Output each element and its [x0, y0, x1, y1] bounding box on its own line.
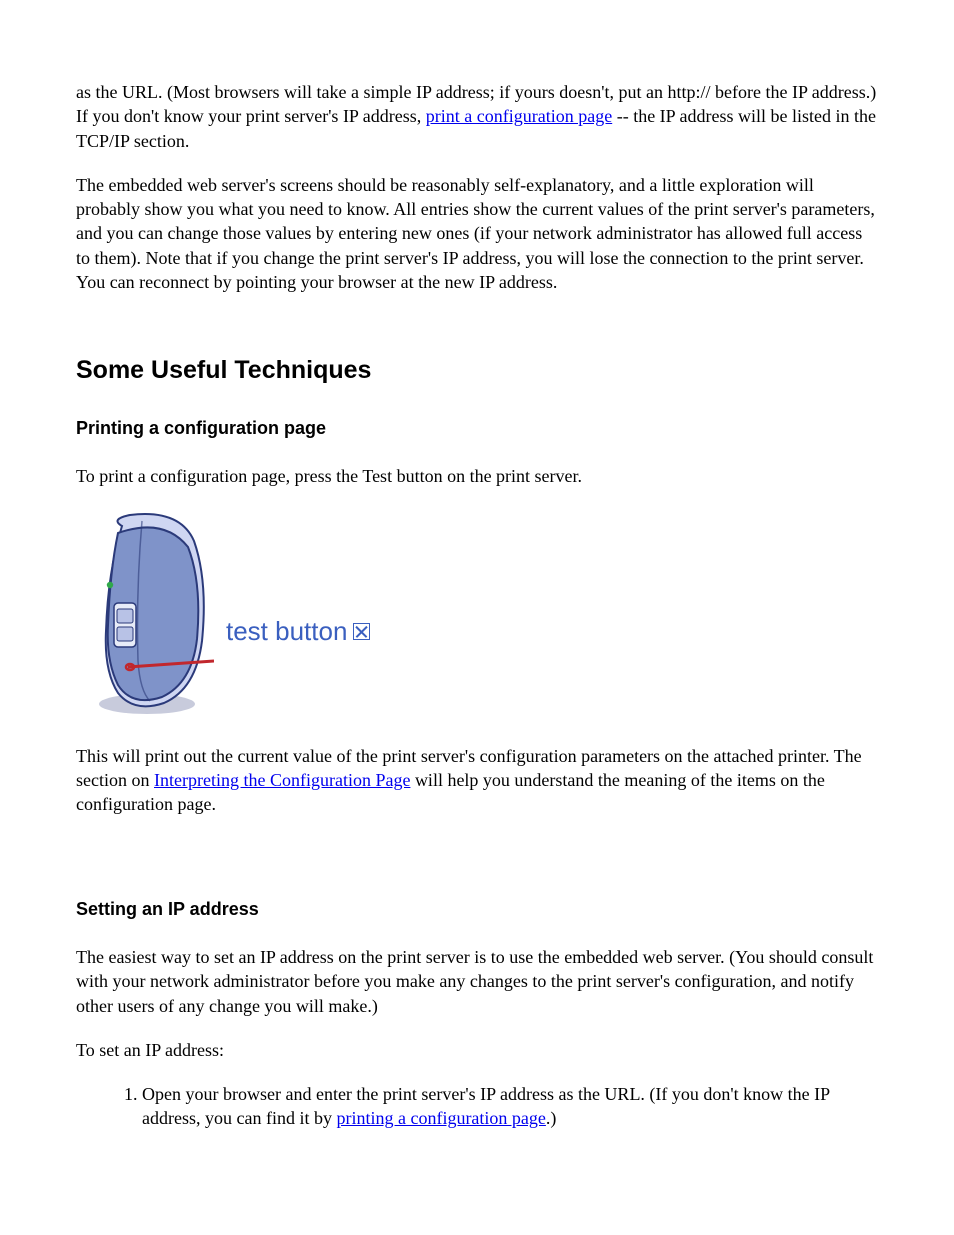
- ip-para2: To set an IP address:: [76, 1038, 878, 1062]
- ip-step-1: Open your browser and enter the print se…: [142, 1082, 878, 1131]
- figure-label: test button: [226, 614, 370, 649]
- interpreting-config-link[interactable]: Interpreting the Configuration Page: [154, 770, 410, 790]
- figure-label-text: test button: [226, 614, 347, 649]
- intro-paragraph-2: The embedded web server's screens should…: [76, 173, 878, 294]
- test-button-figure: test button: [84, 511, 878, 716]
- techniques-heading: Some Useful Techniques: [76, 354, 878, 388]
- intro-paragraph-1: as the URL. (Most browsers will take a s…: [76, 80, 878, 153]
- ip-address-heading: Setting an IP address: [76, 897, 878, 921]
- config-page-para2: This will print out the current value of…: [76, 744, 878, 817]
- ip-steps-list: Open your browser and enter the print se…: [76, 1082, 878, 1131]
- config-page-heading: Printing a configuration page: [76, 416, 878, 440]
- broken-image-icon: [353, 623, 370, 640]
- config-page-para1: To print a configuration page, press the…: [76, 464, 878, 488]
- print-server-illustration: [84, 511, 214, 716]
- printing-config-page-link[interactable]: printing a configuration page: [336, 1108, 545, 1128]
- ip-step1-b: .): [546, 1108, 557, 1128]
- ip-para1: The easiest way to set an IP address on …: [76, 945, 878, 1018]
- print-config-link[interactable]: print a configuration page: [426, 106, 612, 126]
